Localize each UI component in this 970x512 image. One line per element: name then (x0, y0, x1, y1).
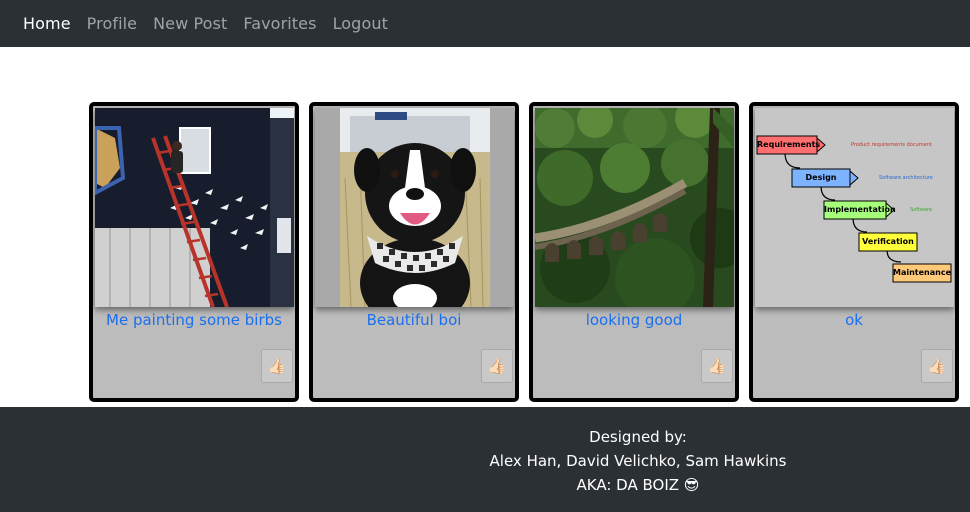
thumbs-up-icon: 👍🏻 (927, 357, 947, 375)
post-image-bridge[interactable] (535, 108, 734, 307)
nav-home[interactable]: Home (23, 14, 71, 33)
navbar: Home Profile New Post Favorites Logout (0, 0, 970, 47)
post-title[interactable]: Me painting some birbs (93, 311, 295, 329)
post-card: Requirements Product requirements docume… (749, 102, 959, 402)
diagram-design: Design (805, 173, 837, 182)
footer: Designed by: Alex Han, David Velichko, S… (0, 407, 970, 512)
diagram-verification: Verification (862, 237, 914, 246)
like-button[interactable]: 👍🏻 (481, 349, 513, 383)
nav-favorites[interactable]: Favorites (243, 14, 316, 33)
like-button[interactable]: 👍🏻 (261, 349, 293, 383)
thumbs-up-icon: 👍🏻 (267, 357, 287, 375)
diagram-requirements: Requirements (757, 140, 821, 149)
post-image-mural[interactable] (95, 108, 294, 307)
footer-names: Alex Han, David Velichko, Sam Hawkins (489, 452, 787, 470)
post-image-dog[interactable] (315, 108, 514, 307)
footer-aka: AKA: DA BOIZ 😎 (576, 476, 700, 494)
nav-logout[interactable]: Logout (333, 14, 388, 33)
post-card: looking good 👍🏻 (529, 102, 739, 402)
thumbs-up-icon: 👍🏻 (707, 357, 727, 375)
like-button[interactable]: 👍🏻 (701, 349, 733, 383)
post-title[interactable]: looking good (533, 311, 735, 329)
footer-designed-by: Designed by: (589, 428, 687, 446)
diagram-design-note: Software architecture (879, 175, 933, 181)
post-title[interactable]: ok (753, 311, 955, 329)
post-card: Beautiful boi 👍🏻 (309, 102, 519, 402)
like-button[interactable]: 👍🏻 (921, 349, 953, 383)
footer-credits: Designed by: Alex Han, David Velichko, S… (448, 425, 828, 497)
diagram-requirements-note: Product requirements document (851, 142, 932, 148)
diagram-maintenance: Maintenance (893, 268, 952, 277)
post-card: Me painting some birbs 👍🏻 (89, 102, 299, 402)
thumbs-up-icon: 👍🏻 (487, 357, 507, 375)
post-image-waterfall-diagram[interactable]: Requirements Product requirements docume… (755, 108, 954, 307)
nav-profile[interactable]: Profile (87, 14, 137, 33)
nav-new-post[interactable]: New Post (153, 14, 227, 33)
diagram-implementation: Implementation (824, 205, 896, 214)
diagram-implementation-note: Software (910, 207, 933, 213)
post-title[interactable]: Beautiful boi (313, 311, 515, 329)
